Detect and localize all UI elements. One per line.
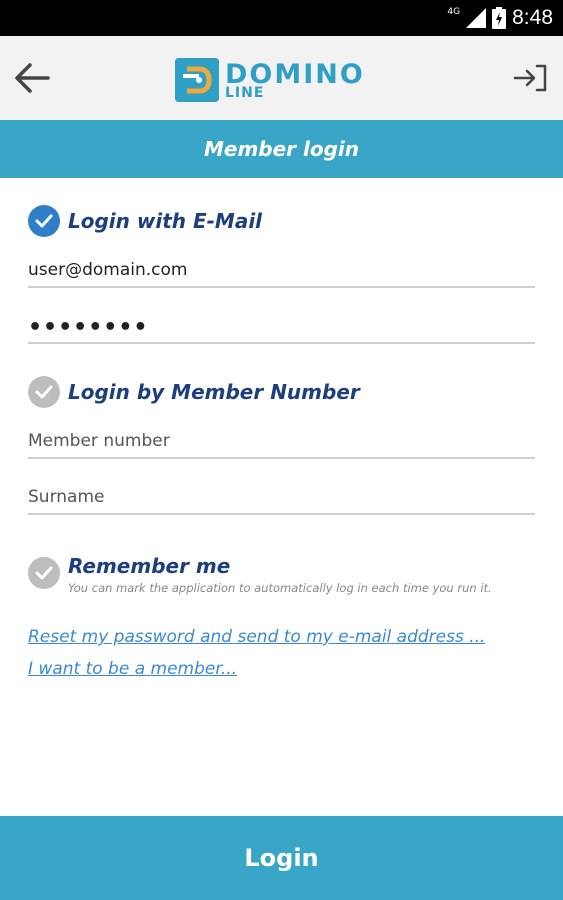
member-number-field[interactable]: Member number xyxy=(28,417,535,459)
checkmark-icon xyxy=(35,385,53,399)
member-login-option[interactable]: Login by Member Number xyxy=(28,376,360,408)
page-title: Member login xyxy=(203,137,360,161)
battery-icon xyxy=(492,7,507,29)
email-login-label: Login with E-Mail xyxy=(68,209,263,233)
signal-icon xyxy=(466,8,487,28)
login-button[interactable]: Login xyxy=(0,816,563,900)
email-field[interactable]: user@domain.com xyxy=(28,246,535,288)
back-button[interactable] xyxy=(10,54,54,102)
status-bar: 4G 8:48 xyxy=(0,0,563,36)
remember-me-description: You can mark the application to automati… xyxy=(68,581,492,595)
email-login-checkbox[interactable] xyxy=(28,205,60,237)
clock: 8:48 xyxy=(512,6,553,29)
checkmark-icon xyxy=(35,214,53,228)
page-title-band: Member login xyxy=(0,120,563,178)
become-member-link[interactable]: I want to be a member... xyxy=(28,659,237,679)
domino-line-logo: DOMINO LINE xyxy=(175,56,365,104)
logout-button[interactable] xyxy=(509,54,553,102)
member-login-checkbox[interactable] xyxy=(28,376,60,408)
reset-password-link[interactable]: Reset my password and send to my e-mail … xyxy=(28,627,485,647)
surname-field[interactable]: Surname xyxy=(28,473,535,515)
logo-mark xyxy=(175,58,219,102)
logout-icon xyxy=(513,64,547,92)
app-bar: DOMINO LINE xyxy=(0,36,563,120)
checkmark-icon xyxy=(35,566,53,580)
logo-sub-text: LINE xyxy=(225,84,265,101)
arrow-left-icon xyxy=(15,63,50,93)
email-login-option[interactable]: Login with E-Mail xyxy=(28,205,262,237)
password-field[interactable]: •••••••• xyxy=(28,302,535,344)
remember-me-label: Remember me xyxy=(68,554,231,578)
remember-me-checkbox[interactable] xyxy=(28,557,60,589)
logo-main-text: DOMINO xyxy=(225,58,365,90)
login-button-label: Login xyxy=(244,844,319,872)
network-type-label: 4G xyxy=(447,7,461,17)
member-login-label: Login by Member Number xyxy=(68,380,360,404)
